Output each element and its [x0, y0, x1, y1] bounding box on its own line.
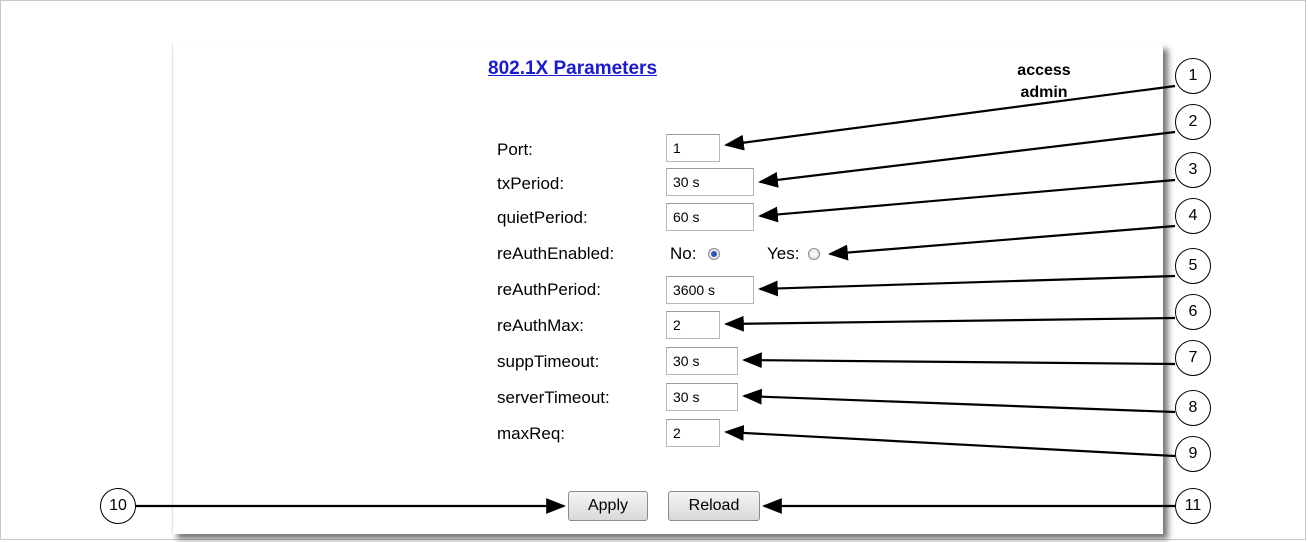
callout-3: 3 [1175, 152, 1211, 188]
leader-line-2 [758, 130, 1176, 188]
callout-7: 7 [1175, 340, 1211, 376]
callout-9: 9 [1175, 436, 1211, 472]
leader-line-3 [758, 178, 1176, 223]
leader-line-6 [724, 315, 1176, 332]
leader-line-5 [758, 274, 1176, 297]
callout-leader-lines [136, 84, 1176, 514]
callout-4: 4 [1175, 198, 1211, 234]
callout-6: 6 [1175, 294, 1211, 330]
leader-line-8 [742, 388, 1176, 414]
callout-2: 2 [1175, 104, 1211, 140]
callout-1: 1 [1175, 58, 1211, 94]
callout-5: 5 [1175, 248, 1211, 284]
leader-line-4 [828, 224, 1176, 261]
callout-8: 8 [1175, 390, 1211, 426]
leader-line-7 [742, 352, 1176, 369]
leader-line-1 [724, 84, 1176, 151]
callout-10: 10 [100, 488, 136, 524]
leader-line-9 [724, 425, 1176, 458]
callout-11: 11 [1175, 488, 1211, 524]
